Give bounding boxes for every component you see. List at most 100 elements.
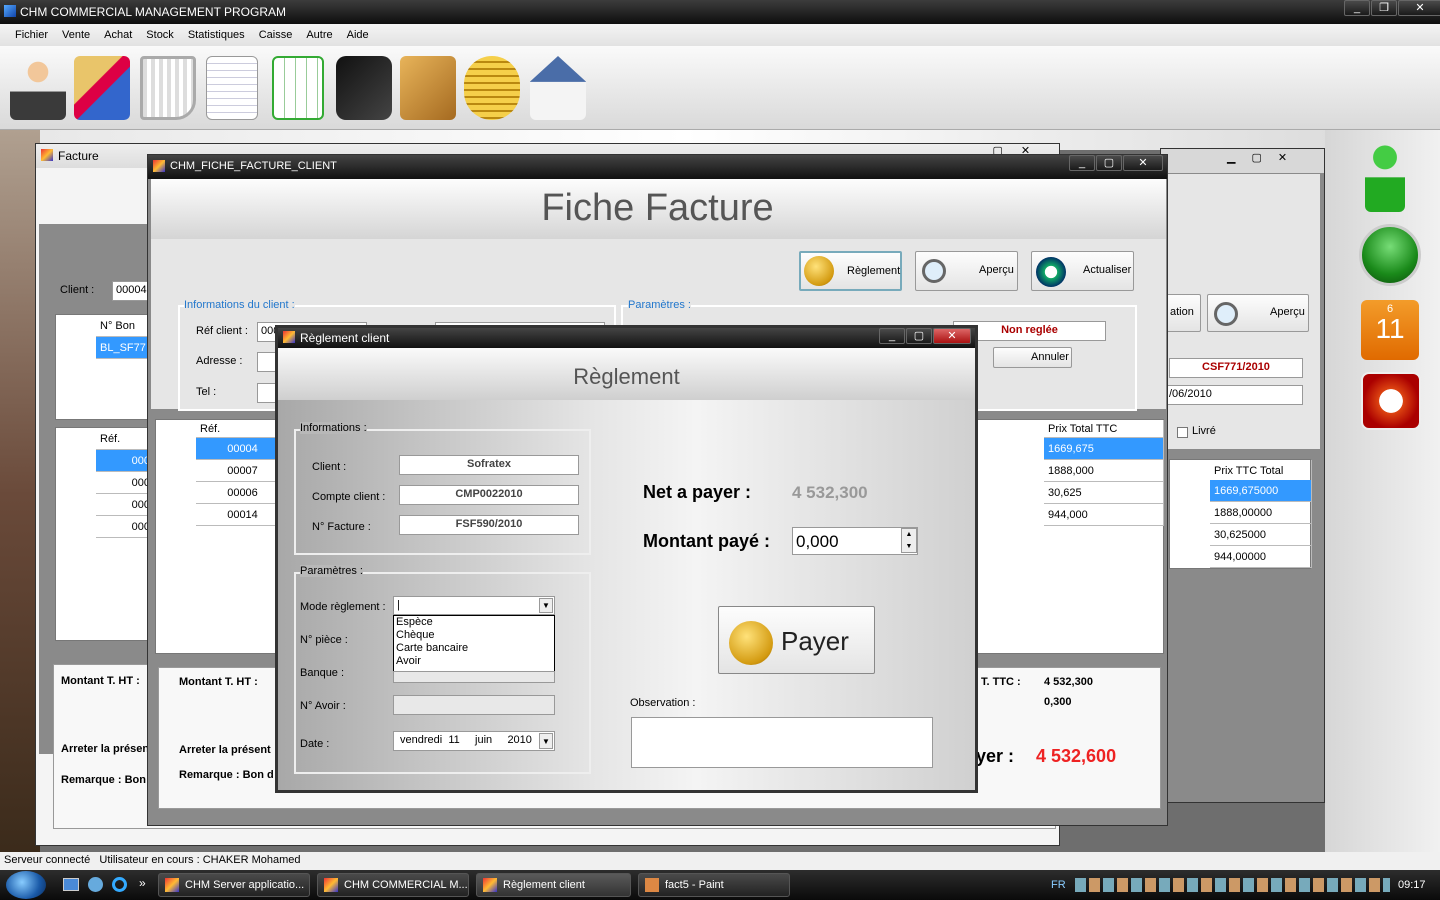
box-icon[interactable] [400, 56, 456, 120]
menu-achat[interactable]: Achat [97, 24, 139, 46]
language-indicator[interactable]: FR [1051, 879, 1066, 891]
reglement-minimize-button[interactable]: _ [879, 328, 905, 344]
menu-statistiques[interactable]: Statistiques [181, 24, 252, 46]
minimize-button[interactable]: _ [1344, 0, 1370, 16]
grid-row-ref[interactable]: 00007 [196, 460, 286, 482]
show-desktop-icon[interactable] [63, 878, 79, 891]
menu-caisse[interactable]: Caisse [252, 24, 300, 46]
facture-client-field[interactable]: 00004 [112, 281, 152, 301]
clock[interactable]: 09:17 [1398, 879, 1426, 891]
back-checkbox[interactable] [1177, 427, 1188, 438]
fiche-maximize-button[interactable]: ▢ [1096, 155, 1122, 171]
back-grid: Prix TTC Total 1669,675000 1888,00000 30… [1169, 459, 1312, 569]
back-grid-row[interactable]: 1888,00000 [1210, 502, 1312, 524]
mode-select[interactable]: | ▼ [393, 596, 555, 615]
actualiser-button[interactable]: Actualiser [1031, 251, 1134, 291]
grid2-row[interactable]: 000 [96, 494, 151, 516]
user-status-icon[interactable] [1365, 142, 1405, 212]
apercu-button[interactable]: Aperçu [915, 251, 1018, 291]
spreadsheet-icon[interactable] [272, 56, 324, 120]
green-status-light[interactable] [1359, 224, 1421, 286]
calendar-icon[interactable]: 6 11 [1361, 300, 1419, 360]
payer-button[interactable]: Payer [718, 606, 875, 674]
mode-option-carte[interactable]: Carte bancaire [396, 642, 554, 655]
montant-paye-input[interactable]: 0,000 [792, 527, 918, 555]
power-off-icon[interactable] [1361, 372, 1421, 430]
back-apercu-button[interactable]: Aperçu [1207, 294, 1309, 332]
chevron-down-icon[interactable]: ▼ [539, 598, 553, 613]
banque-field[interactable] [393, 671, 555, 683]
net-a-payer-value: 4 532,300 [792, 483, 868, 502]
menu-aide[interactable]: Aide [340, 24, 376, 46]
reglement-close-button[interactable]: ✕ [933, 328, 971, 344]
fiche-minimize-button[interactable]: _ [1069, 155, 1095, 171]
menu-vente[interactable]: Vente [55, 24, 97, 46]
grid2-row[interactable]: 000 [96, 516, 151, 538]
back-date-field[interactable]: /06/2010 [1165, 385, 1303, 405]
reglement-label: Règlement [847, 265, 901, 277]
wallet-icon[interactable] [336, 56, 392, 120]
back-grid-row[interactable]: 1669,675000 [1210, 480, 1312, 502]
grid1-row[interactable]: BL_SF77 [96, 337, 151, 359]
fiche-remarque: Remarque : Bon d [179, 769, 274, 781]
net-payer-label: yer : [976, 746, 1015, 766]
coins-icon[interactable] [464, 56, 520, 120]
avoir-field[interactable] [393, 695, 555, 715]
quicklaunch-more-icon[interactable]: » [139, 876, 146, 890]
calendar-dropdown-icon[interactable]: ▼ [539, 733, 553, 749]
grid2-row[interactable]: 000 [96, 450, 151, 472]
house-icon[interactable] [530, 56, 586, 120]
adresse-field[interactable] [257, 352, 277, 372]
annuler-button[interactable]: Annuler [993, 347, 1072, 368]
back-grid-row[interactable]: 30,625000 [1210, 524, 1312, 546]
reglement-maximize-button[interactable]: ▢ [906, 328, 932, 344]
menu-stock[interactable]: Stock [139, 24, 181, 46]
ie-icon[interactable] [112, 877, 127, 892]
close-button[interactable]: ✕ [1398, 0, 1440, 16]
task-server[interactable]: CHM Server applicatio... [158, 873, 310, 897]
globe-icon[interactable] [88, 877, 103, 892]
back-win-buttons: ▁▢✕ [1227, 152, 1304, 164]
observation-textarea[interactable] [631, 717, 933, 768]
back-ation-button[interactable]: ation [1165, 294, 1201, 332]
toolbar [0, 46, 1440, 130]
menu-fichier[interactable]: Fichier [8, 24, 55, 46]
montant-stepper[interactable]: ▲ ▼ [901, 528, 917, 553]
fiche-title: CHM_FICHE_FACTURE_CLIENT [170, 160, 337, 172]
reglement-button[interactable]: Règlement [799, 251, 902, 291]
task-reglement[interactable]: Règlement client [476, 873, 631, 897]
mode-option-avoir[interactable]: Avoir [396, 655, 554, 668]
folders-icon[interactable] [74, 56, 130, 120]
document-icon[interactable] [206, 56, 258, 120]
task-paint[interactable]: fact5 - Paint [638, 873, 790, 897]
fiche-close-button[interactable]: ✕ [1123, 155, 1163, 171]
grid-row-ref[interactable]: 00014 [196, 504, 286, 526]
back-grid-row[interactable]: 944,00000 [1210, 546, 1312, 568]
mode-option-cheque[interactable]: Chèque [396, 629, 554, 642]
magnifier-icon [922, 259, 946, 283]
mode-label: Mode règlement : [300, 601, 386, 613]
grid-row-prix[interactable]: 1888,000 [1044, 460, 1164, 482]
start-button[interactable] [6, 871, 46, 899]
grid-row-prix[interactable]: 30,625 [1044, 482, 1164, 504]
grid2-row[interactable]: 000 [96, 472, 151, 494]
task-paint-label: fact5 - Paint [665, 879, 724, 891]
grid-row-ref[interactable]: 00004 [196, 438, 286, 460]
tel-field[interactable] [257, 383, 277, 403]
grid-row-prix[interactable]: 944,000 [1044, 504, 1164, 526]
right-sidebar: 6 11 [1325, 130, 1440, 860]
task-reglement-label: Règlement client [503, 879, 585, 891]
app-icon [4, 5, 16, 17]
tray-icons[interactable] [1075, 878, 1390, 892]
cart-icon[interactable] [140, 56, 196, 120]
informations-legend: Informations : [300, 422, 367, 434]
mode-option-espece[interactable]: Espèce [396, 616, 554, 629]
restore-button[interactable]: ❐ [1371, 0, 1397, 16]
date-picker[interactable]: vendredi 11 juin 2010 ▼ [393, 731, 555, 751]
menu-autre[interactable]: Autre [299, 24, 339, 46]
grid-row-ref[interactable]: 00006 [196, 482, 286, 504]
ref-client-label: Réf client : [196, 325, 248, 337]
grid-row-prix[interactable]: 1669,675 [1044, 438, 1164, 460]
task-commercial[interactable]: CHM COMMERCIAL M... [317, 873, 469, 897]
user-icon[interactable] [10, 56, 66, 120]
